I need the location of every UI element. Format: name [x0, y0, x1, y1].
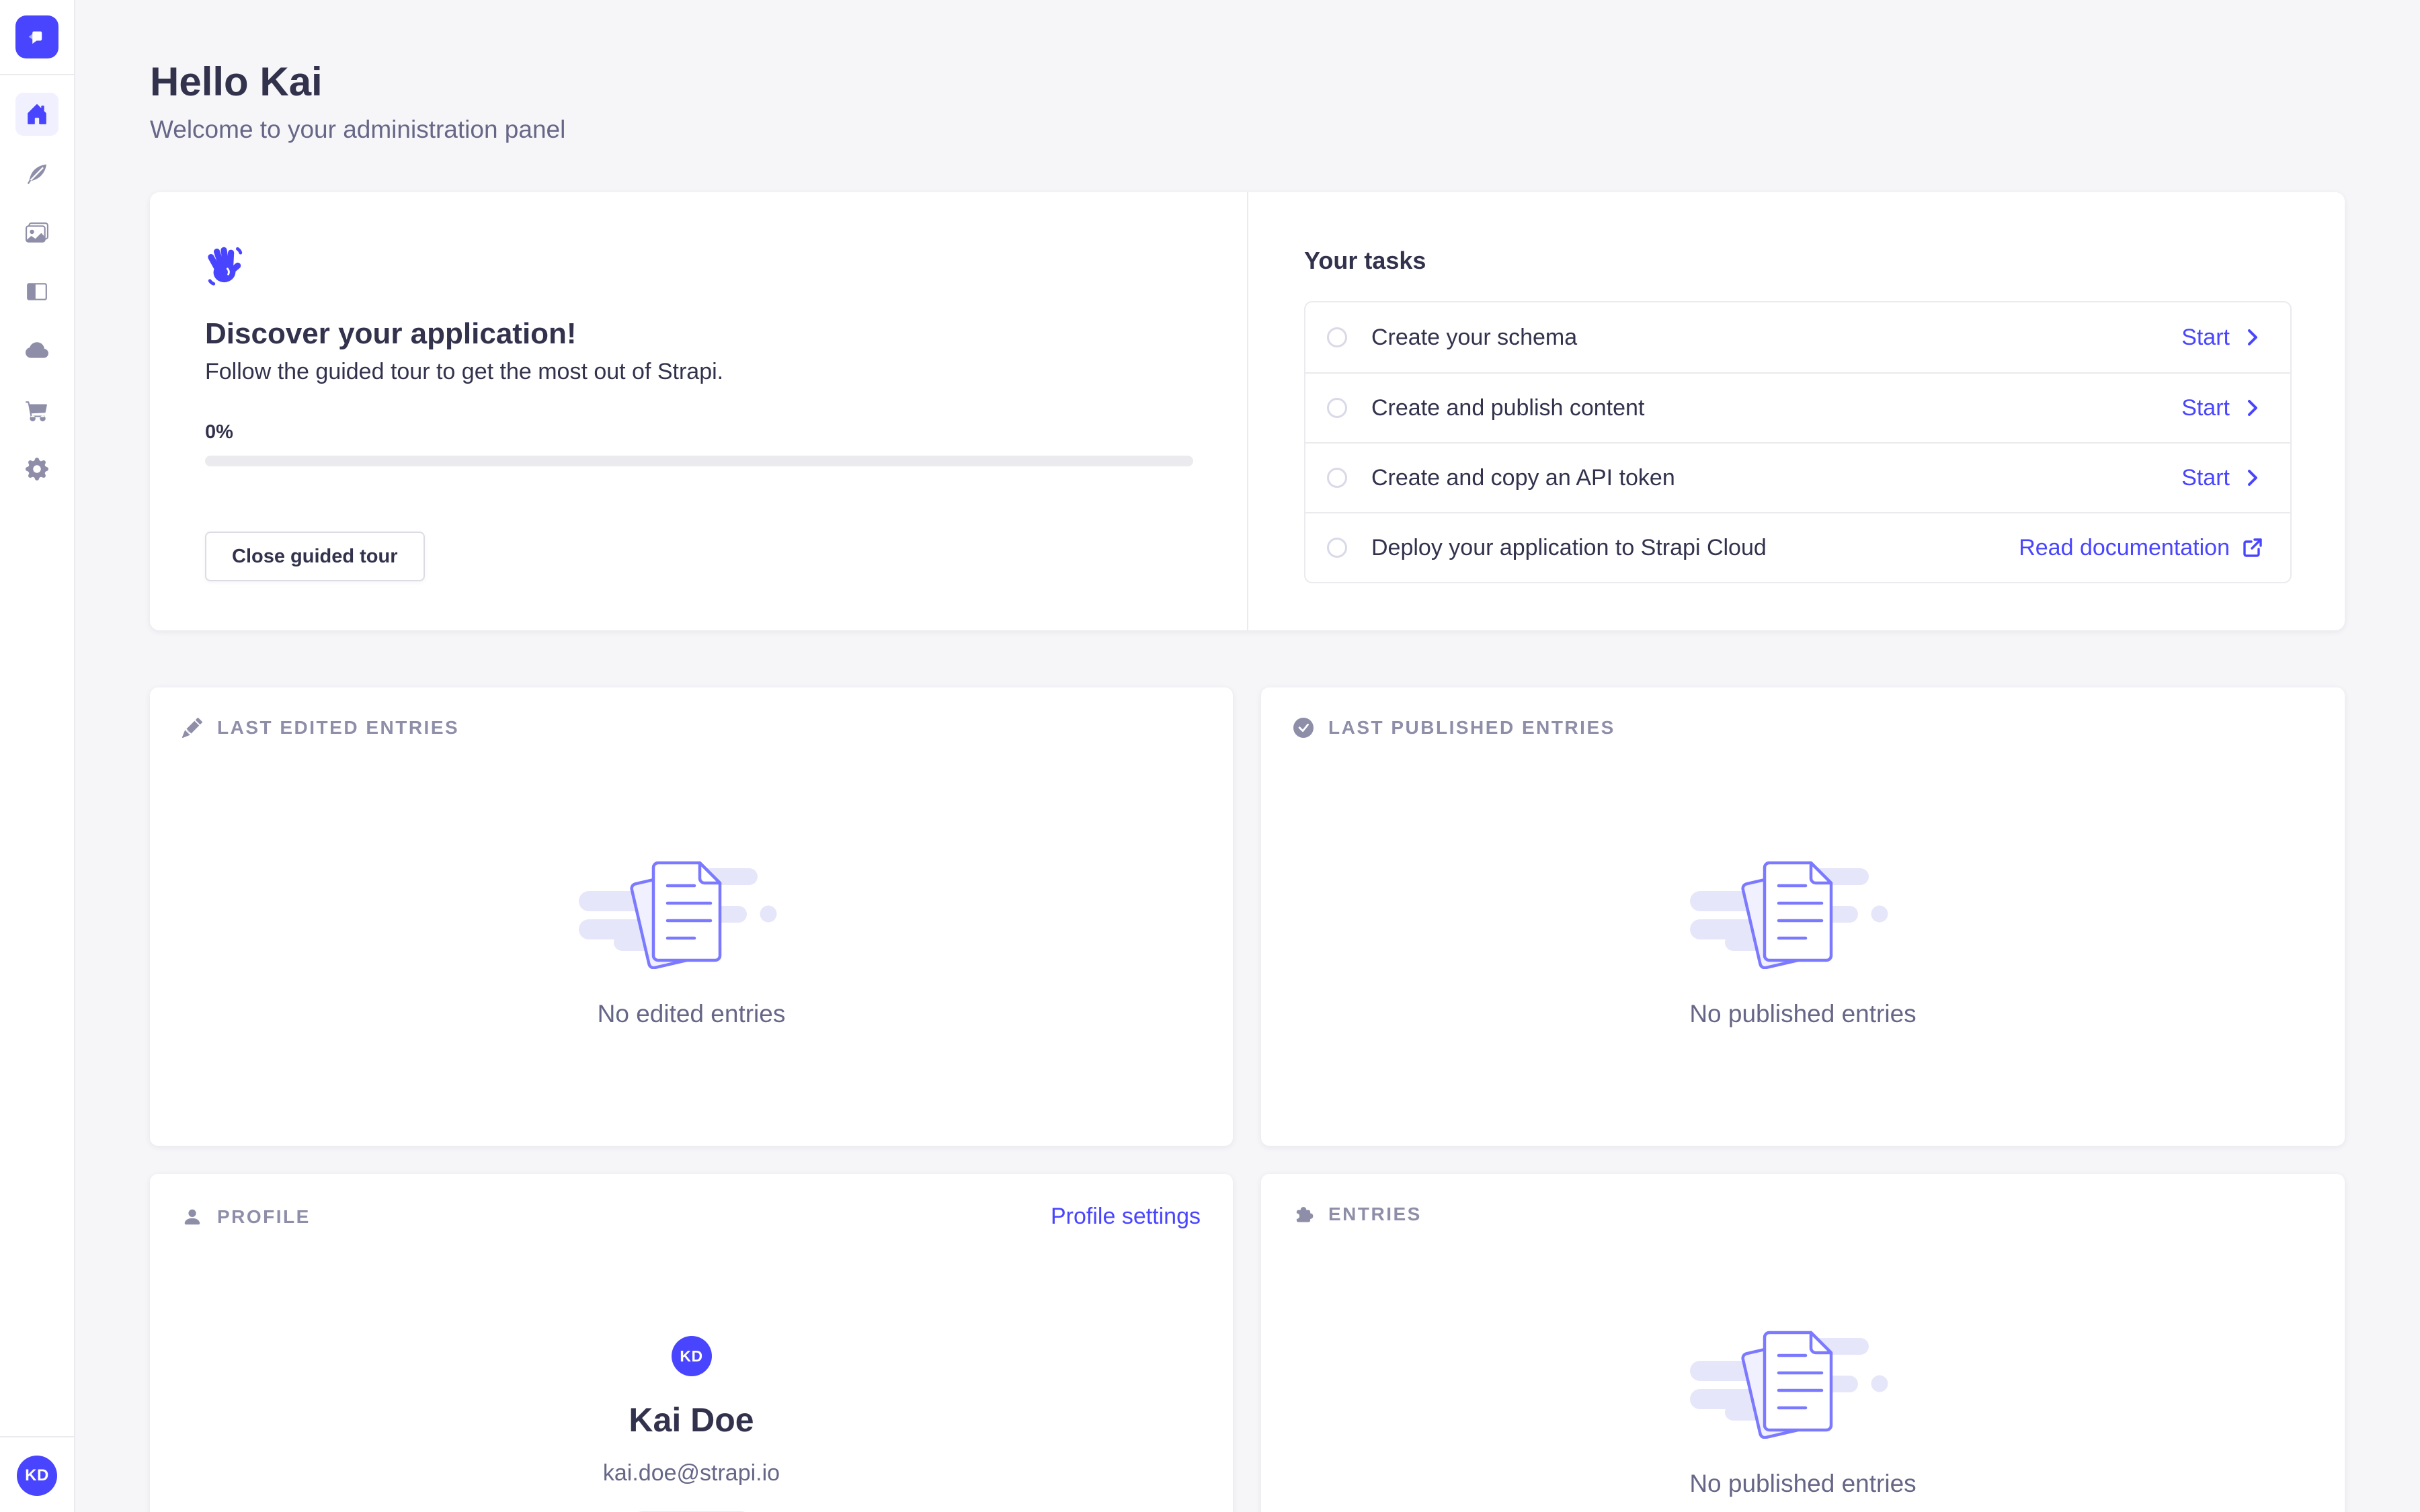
widget-title: LAST EDITED ENTRIES [217, 717, 459, 739]
widget-header: ENTRIES [1293, 1204, 2312, 1225]
task-label: Create and publish content [1371, 395, 1644, 421]
documents-illustration-icon [1690, 1326, 1916, 1439]
guided-tour-intro: Discover your application! Follow the gu… [150, 192, 1247, 630]
task-radio[interactable] [1327, 398, 1347, 418]
task-row: Deploy your application to Strapi Cloud … [1305, 512, 2290, 582]
sidebar-nav [15, 93, 58, 1436]
task-label: Create and copy an API token [1371, 465, 1675, 491]
your-tasks-title: Your tasks [1304, 247, 2292, 275]
gear-icon [26, 458, 48, 480]
sidebar-item-content-type-builder[interactable] [15, 270, 58, 313]
task-read-documentation-link[interactable]: Read documentation [2019, 535, 2263, 561]
task-list: Create your schema Start Create and publ… [1304, 301, 2292, 583]
task-row: Create and copy an API token Start [1305, 442, 2290, 512]
documents-illustration-icon [1690, 856, 1916, 969]
widgets-row-1: LAST EDITED ENTRIES [150, 687, 2345, 1146]
cloud-icon [26, 339, 48, 362]
widget-title: LAST PUBLISHED ENTRIES [1328, 717, 1615, 739]
media-library-icon [26, 221, 48, 244]
profile-name: Kai Doe [629, 1400, 754, 1439]
external-link-icon [2242, 537, 2263, 558]
check-circle-icon [1293, 718, 1314, 738]
empty-state: No published entries [1293, 856, 2312, 1028]
widget-header: LAST EDITED ENTRIES [182, 717, 1201, 739]
empty-state-text: No published entries [1689, 1470, 1916, 1498]
close-guided-tour-button[interactable]: Close guided tour [205, 532, 425, 581]
entries-widget: ENTRIES [1261, 1174, 2345, 1512]
main-content: Hello Kai Welcome to your administration… [75, 0, 2420, 1512]
task-action-label: Start [2181, 395, 2230, 421]
layout-icon [26, 280, 48, 303]
task-row: Create and publish content Start [1305, 372, 2290, 442]
sidebar: KD [0, 0, 75, 1512]
sidebar-item-home[interactable] [15, 93, 58, 136]
last-edited-entries-widget: LAST EDITED ENTRIES [150, 687, 1233, 1146]
task-action-label: Start [2181, 325, 2230, 351]
profile-email: kai.doe@strapi.io [603, 1460, 780, 1486]
page-subtitle: Welcome to your administration panel [150, 116, 2420, 144]
task-radio[interactable] [1327, 327, 1347, 347]
feather-icon [26, 162, 48, 185]
chevron-right-icon [2242, 397, 2263, 419]
widget-header: LAST PUBLISHED ENTRIES [1293, 717, 2312, 739]
profile-settings-link[interactable]: Profile settings [1051, 1204, 1201, 1230]
last-published-entries-widget: LAST PUBLISHED ENTRIES [1261, 687, 2345, 1146]
widgets-row-2: PROFILE Profile settings KD Kai Doe kai.… [150, 1174, 2345, 1512]
task-radio[interactable] [1327, 538, 1347, 558]
chevron-right-icon [2242, 327, 2263, 348]
empty-state-text: No published entries [1689, 1000, 1916, 1028]
sidebar-item-deploy[interactable] [15, 329, 58, 372]
person-icon [182, 1207, 202, 1227]
home-icon [26, 103, 48, 126]
task-start-link[interactable]: Start [2181, 325, 2263, 351]
sidebar-item-media-library[interactable] [15, 211, 58, 254]
sidebar-footer: KD [0, 1436, 74, 1512]
your-tasks-section: Your tasks Create your schema Start Crea… [1247, 192, 2346, 630]
guided-tour-description: Follow the guided tour to get the most o… [205, 359, 1192, 385]
strapi-logo-glyph [24, 24, 50, 50]
sidebar-item-settings[interactable] [15, 448, 58, 491]
waving-hand-icon [205, 245, 1192, 288]
task-action-label: Start [2181, 465, 2230, 491]
progress-percent-label: 0% [205, 421, 1192, 444]
empty-state: No published entries [1293, 1326, 2312, 1498]
guided-tour-card: Discover your application! Follow the gu… [150, 192, 2345, 630]
documents-illustration-icon [579, 856, 805, 969]
cart-icon [26, 398, 48, 421]
task-start-link[interactable]: Start [2181, 465, 2263, 491]
task-row: Create your schema Start [1305, 302, 2290, 372]
page-header: Hello Kai Welcome to your administration… [150, 58, 2420, 144]
profile-avatar: KD [672, 1336, 712, 1376]
puzzle-icon [1293, 1204, 1314, 1224]
task-radio[interactable] [1327, 468, 1347, 488]
empty-state-text: No edited entries [598, 1000, 786, 1028]
widget-title: PROFILE [217, 1206, 311, 1228]
progress-bar [205, 456, 1193, 466]
guided-tour-title: Discover your application! [205, 317, 1192, 351]
task-label: Deploy your application to Strapi Cloud [1371, 535, 1767, 561]
strapi-logo-icon[interactable] [15, 15, 58, 58]
sidebar-item-marketplace[interactable] [15, 388, 58, 431]
pencil-icon [182, 718, 202, 738]
task-label: Create your schema [1371, 325, 1577, 351]
task-action-label: Read documentation [2019, 535, 2230, 561]
profile-body: KD Kai Doe kai.doe@strapi.io [182, 1336, 1201, 1512]
user-avatar[interactable]: KD [17, 1456, 57, 1496]
page-title: Hello Kai [150, 58, 2420, 105]
task-start-link[interactable]: Start [2181, 395, 2263, 421]
chevron-right-icon [2242, 467, 2263, 489]
profile-widget: PROFILE Profile settings KD Kai Doe kai.… [150, 1174, 1233, 1512]
empty-state: No edited entries [182, 856, 1201, 1028]
widget-header: PROFILE Profile settings [182, 1204, 1201, 1230]
widget-title: ENTRIES [1328, 1204, 1422, 1225]
sidebar-item-content-manager[interactable] [15, 152, 58, 195]
logo-section [0, 0, 74, 75]
